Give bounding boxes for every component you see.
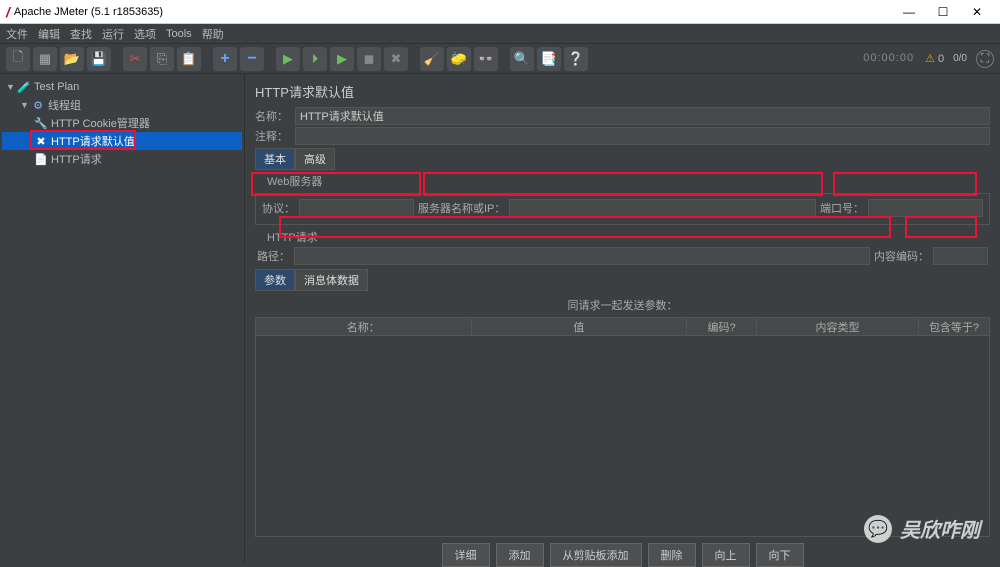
- tree-cookie-manager[interactable]: 🔧HTTP Cookie管理器: [2, 114, 242, 132]
- name-label: 名称：: [255, 108, 295, 124]
- app-icon: /: [6, 4, 10, 20]
- params-header: 同请求一起发送参数：: [255, 297, 990, 313]
- port-input[interactable]: [868, 199, 983, 217]
- help-button[interactable]: ❔: [564, 47, 588, 71]
- menu-edit[interactable]: 编辑: [38, 26, 60, 42]
- col-value[interactable]: 值: [472, 319, 688, 335]
- panel-title: HTTP请求默认值: [255, 82, 990, 101]
- window-title: Apache JMeter (5.1 r1853635): [14, 6, 892, 18]
- tab-basic[interactable]: 基本: [255, 148, 295, 170]
- menu-file[interactable]: 文件: [6, 26, 28, 42]
- params-table: 名称： 值 编码? 内容类型 包含等于?: [255, 317, 990, 537]
- comment-input[interactable]: [295, 127, 990, 145]
- server-input[interactable]: [509, 199, 816, 217]
- content-panel: HTTP请求默认值 名称： 注释： 基本 高级 Web服务器 协议： 服务器名称…: [245, 74, 1000, 563]
- col-include[interactable]: 包含等于?: [919, 319, 989, 335]
- menu-help[interactable]: 帮助: [202, 26, 224, 42]
- templates-button[interactable]: ▦: [33, 47, 57, 71]
- start-remote-button[interactable]: ▶: [330, 47, 354, 71]
- thread-count: 0/0: [953, 53, 967, 64]
- paste-button[interactable]: 📋: [177, 47, 201, 71]
- tree-thread-group[interactable]: ▼⚙线程组: [2, 96, 242, 114]
- clip-button[interactable]: 从剪贴板添加: [550, 543, 642, 567]
- menubar: 文件 编辑 查找 运行 选项 Tools 帮助: [0, 24, 1000, 44]
- detail-button[interactable]: 详细: [442, 543, 490, 567]
- new-button[interactable]: 🗋: [6, 47, 30, 71]
- watermark: 💬 吴欣咋刚: [864, 514, 980, 543]
- bottom-buttons: 详细 添加 从剪贴板添加 删除 向上 向下: [255, 543, 990, 567]
- start-button[interactable]: ▶: [276, 47, 300, 71]
- col-ctype[interactable]: 内容类型: [757, 319, 919, 335]
- protocol-label: 协议：: [262, 200, 295, 216]
- function-button[interactable]: 📑: [537, 47, 561, 71]
- comment-label: 注释：: [255, 128, 295, 144]
- path-label: 路径：: [257, 248, 290, 264]
- add-button[interactable]: 添加: [496, 543, 544, 567]
- tree-test-plan[interactable]: ▼🧪Test Plan: [2, 78, 242, 96]
- tree-http-request[interactable]: 📄HTTP请求: [2, 150, 242, 168]
- name-input[interactable]: [295, 107, 990, 125]
- menu-tools[interactable]: Tools: [166, 28, 192, 40]
- window-buttons: — ☐ ✕: [892, 2, 994, 22]
- tree-http-defaults[interactable]: ✖HTTP请求默认值: [2, 132, 242, 150]
- add-button[interactable]: +: [213, 47, 237, 71]
- toggle-button[interactable]: 👓: [474, 47, 498, 71]
- clear-all-button[interactable]: 🧽: [447, 47, 471, 71]
- search-button[interactable]: 🔍: [510, 47, 534, 71]
- maximize-button[interactable]: ☐: [926, 2, 960, 22]
- watermark-text: 吴欣咋刚: [900, 514, 980, 543]
- web-section-label: Web服务器: [267, 173, 990, 189]
- titlebar: / Apache JMeter (5.1 r1853635) — ☐ ✕: [0, 0, 1000, 24]
- shutdown-button[interactable]: ✖: [384, 47, 408, 71]
- del-button[interactable]: 删除: [648, 543, 696, 567]
- port-label: 端口号：: [820, 200, 864, 216]
- toolbar: 🗋 ▦ 📂 💾 ✂ ⎘ 📋 + − ▶ ⏵ ▶ ◼ ✖ 🧹 🧽 👓 🔍 📑 ❔ …: [0, 44, 1000, 74]
- start-no-pause-button[interactable]: ⏵: [303, 47, 327, 71]
- stop-button[interactable]: ◼: [357, 47, 381, 71]
- tab-params[interactable]: 参数: [255, 269, 295, 291]
- remove-button[interactable]: −: [240, 47, 264, 71]
- menu-search[interactable]: 查找: [70, 26, 92, 42]
- menu-options[interactable]: 选项: [134, 26, 156, 42]
- up-button[interactable]: 向上: [702, 543, 750, 567]
- copy-button[interactable]: ⎘: [150, 47, 174, 71]
- warn-badge[interactable]: ⚠0: [925, 52, 944, 65]
- tree-panel: ▼🧪Test Plan ▼⚙线程组 🔧HTTP Cookie管理器 ✖HTTP请…: [0, 74, 245, 563]
- params-table-body[interactable]: [256, 336, 989, 536]
- encoding-input[interactable]: [933, 247, 988, 265]
- menu-run[interactable]: 运行: [102, 26, 124, 42]
- server-label: 服务器名称或IP：: [418, 200, 505, 216]
- close-button[interactable]: ✕: [960, 2, 994, 22]
- open-button[interactable]: 📂: [60, 47, 84, 71]
- cut-button[interactable]: ✂: [123, 47, 147, 71]
- save-button[interactable]: 💾: [87, 47, 111, 71]
- wechat-icon: 💬: [864, 515, 892, 543]
- minimize-button[interactable]: —: [892, 2, 926, 22]
- encoding-label: 内容编码：: [874, 248, 929, 264]
- down-button[interactable]: 向下: [756, 543, 804, 567]
- col-encode[interactable]: 编码?: [687, 319, 757, 335]
- col-name[interactable]: 名称：: [256, 319, 472, 335]
- tab-body[interactable]: 消息体数据: [295, 269, 368, 291]
- timer: 00:00:00: [863, 52, 914, 65]
- protocol-input[interactable]: [299, 199, 414, 217]
- main: ▼🧪Test Plan ▼⚙线程组 🔧HTTP Cookie管理器 ✖HTTP请…: [0, 74, 1000, 563]
- clear-button[interactable]: 🧹: [420, 47, 444, 71]
- path-input[interactable]: [294, 247, 870, 265]
- tab-advanced[interactable]: 高级: [295, 148, 335, 170]
- web-server-group: 协议： 服务器名称或IP： 端口号：: [255, 193, 990, 225]
- http-section-label: HTTP请求: [267, 229, 990, 245]
- expand-button[interactable]: ⛶: [976, 50, 994, 68]
